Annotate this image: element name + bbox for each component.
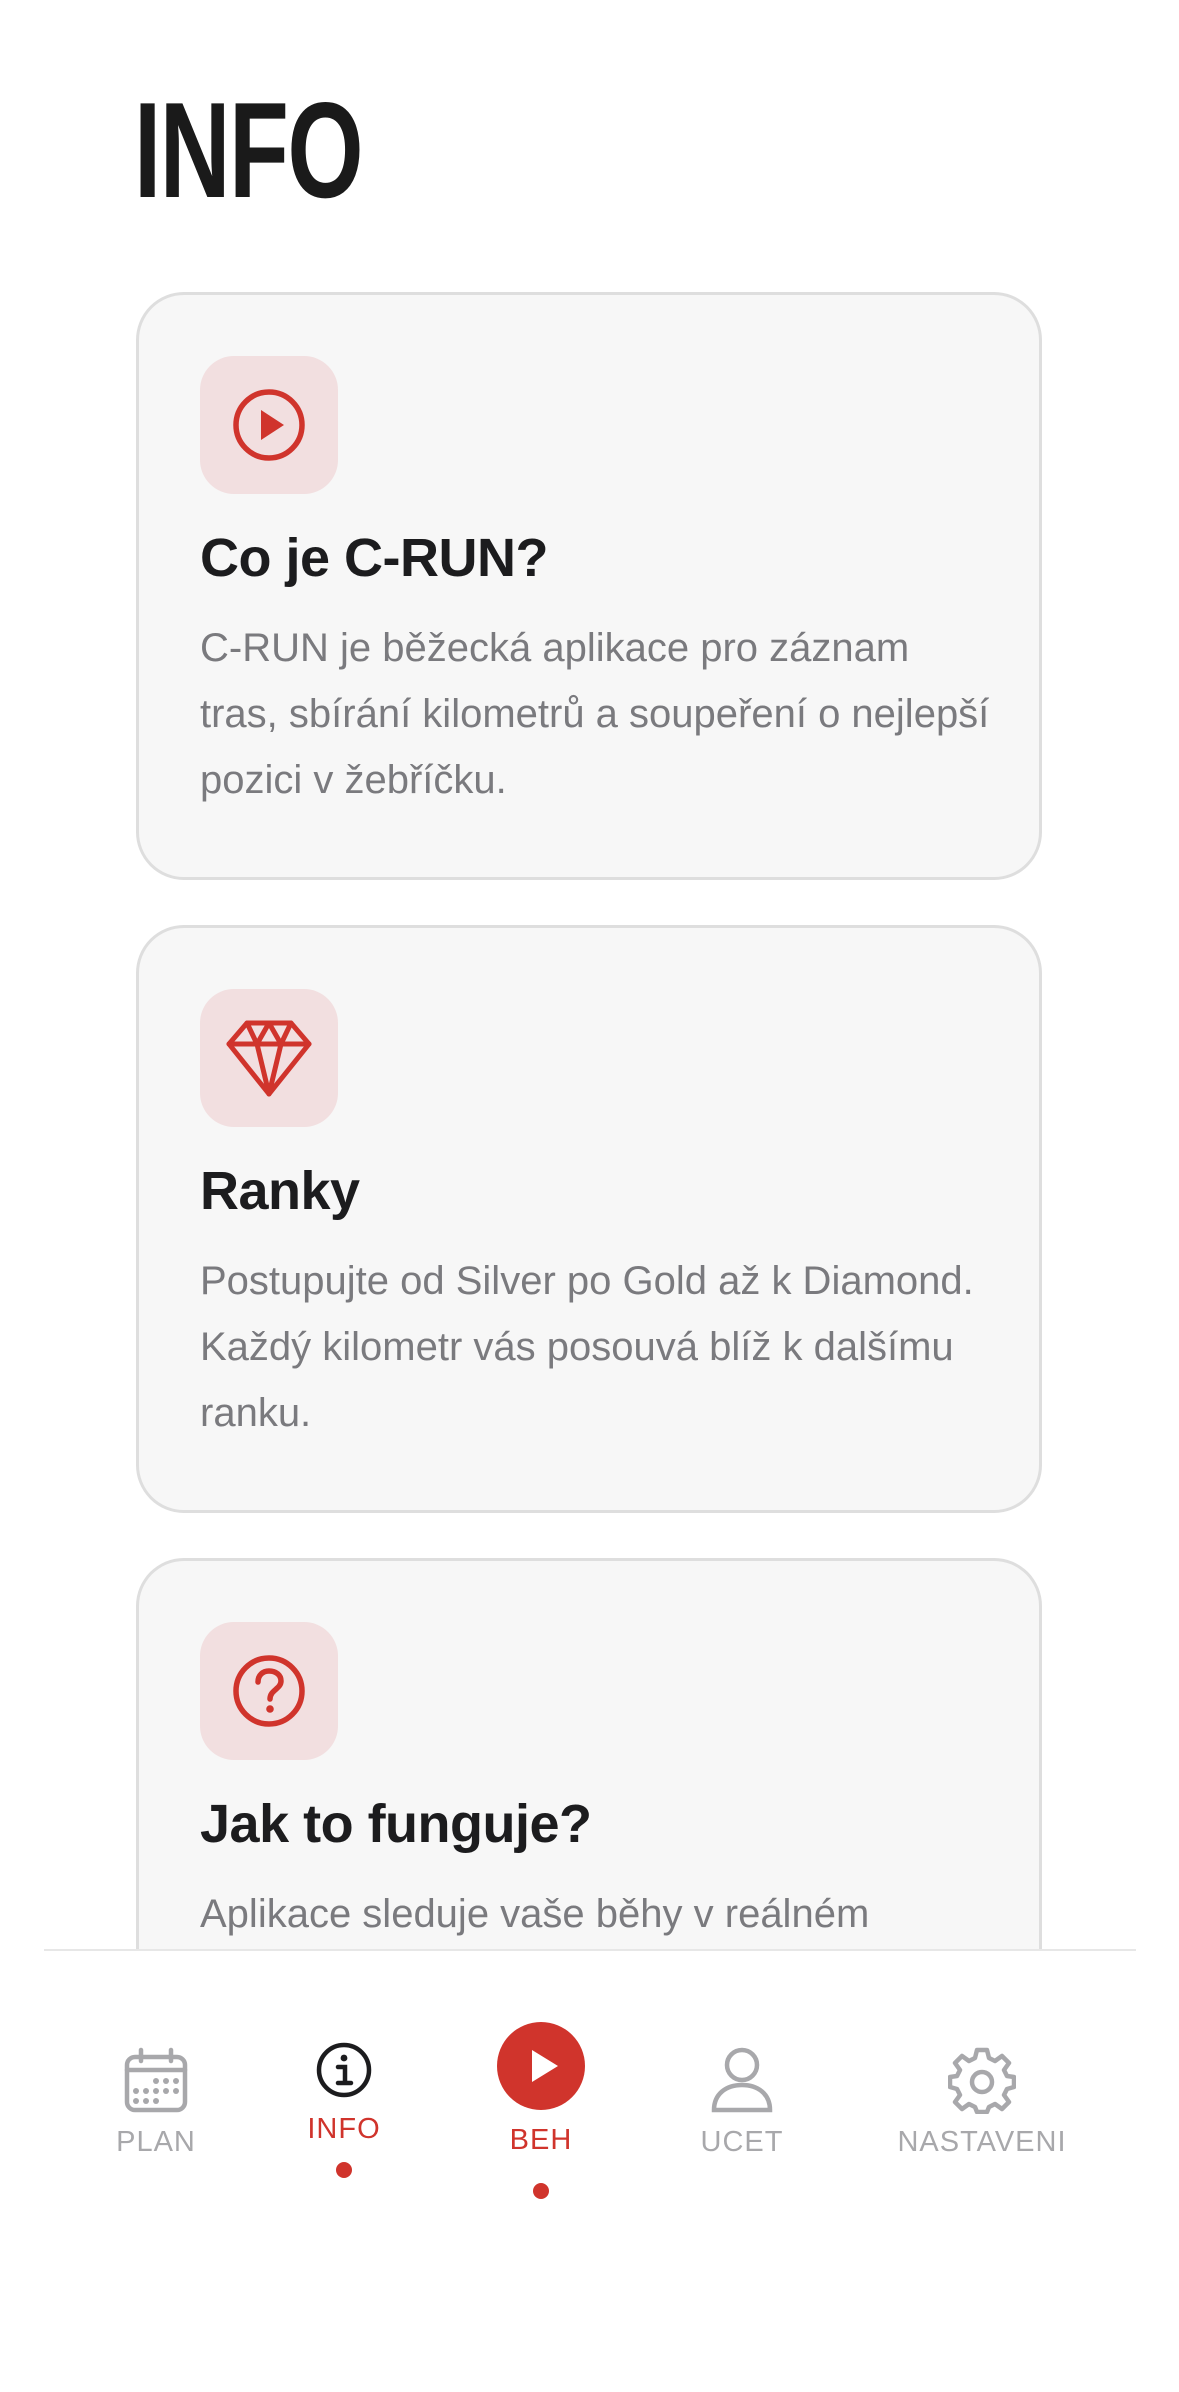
tab-label: BEH	[509, 2124, 573, 2156]
card-title: Co je C-RUN?	[200, 528, 548, 588]
question-circle-icon	[200, 1622, 338, 1760]
active-indicator-dot	[336, 2162, 352, 2178]
tab-label: INFO	[307, 2113, 381, 2145]
card-description: Postupujte od Silver po Gold až k Diamon…	[200, 1259, 974, 1435]
card-title: Jak to funguje?	[200, 1794, 592, 1854]
play-button-icon	[497, 2022, 585, 2110]
tab-label: UCET	[700, 2126, 784, 2158]
card-title: Ranky	[200, 1161, 360, 1221]
tab-nastaveni[interactable]: NASTAVENI	[862, 1949, 1102, 2159]
card-description: C-RUN je běžecká aplikace pro záznam tra…	[200, 626, 990, 802]
info-card-about[interactable]: Co je C-RUN? C-RUN je běžecká aplikace p…	[136, 292, 1042, 880]
user-icon	[711, 2046, 773, 2114]
gear-icon	[947, 2046, 1017, 2115]
diamond-icon	[200, 989, 338, 1127]
active-indicator-dot	[533, 2183, 549, 2199]
tab-ucet[interactable]: UCET	[622, 1949, 862, 2159]
calendar-icon	[122, 2046, 190, 2114]
page-title: INFO	[134, 74, 364, 226]
bottom-tab-bar: PLAN INFO BEH UCET NASTAVENI	[0, 1949, 1179, 2392]
tab-label: PLAN	[116, 2126, 196, 2158]
tab-label: NASTAVENI	[897, 2126, 1067, 2158]
card-description: Aplikace sleduje vaše běhy v reálném	[200, 1892, 870, 1936]
info-card-ranks[interactable]: Ranky Postupujte od Silver po Gold až k …	[136, 925, 1042, 1513]
info-card-how-it-works[interactable]: Jak to funguje? Aplikace sleduje vaše bě…	[136, 1558, 1042, 1949]
scroll-content[interactable]: INFO Co je C-RUN? C-RUN je běžecká aplik…	[0, 0, 1179, 1949]
play-circle-icon	[200, 356, 338, 494]
info-circle-icon	[315, 2041, 373, 2099]
